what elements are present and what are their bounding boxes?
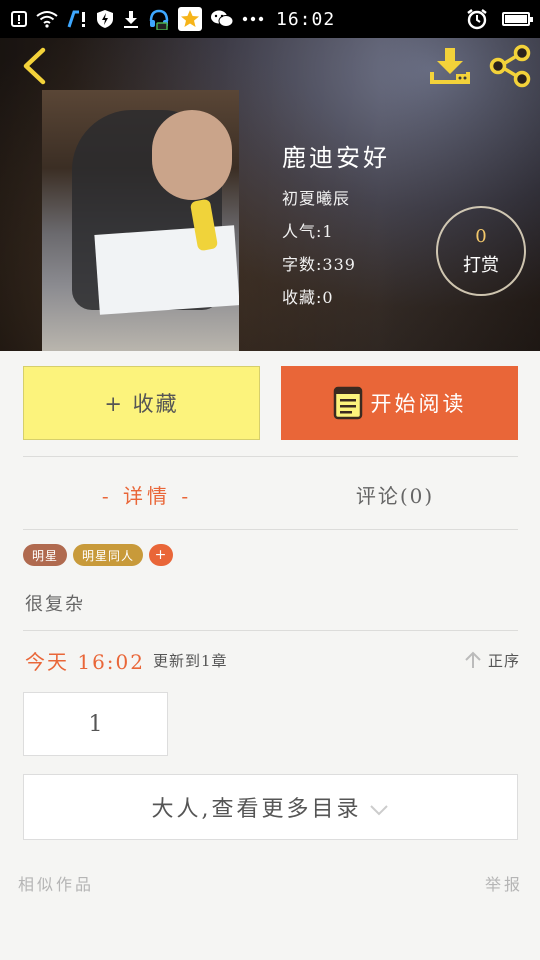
share-button[interactable] [488, 44, 532, 88]
book-icon [333, 386, 362, 420]
tab-comments-label: 评论(0) [355, 483, 435, 508]
reward-label: 打赏 [463, 254, 499, 276]
star-icon [178, 7, 202, 31]
more-catalog-label: 大人,查看更多目录 [151, 797, 362, 822]
update-text: 更新到1章 [153, 651, 228, 670]
download-icon [122, 9, 140, 29]
arrow-up-icon [465, 651, 481, 668]
tab-comments[interactable]: 评论(0) [271, 470, 519, 518]
tag-chip[interactable]: 明星同人 [73, 544, 144, 566]
more-icon [242, 15, 264, 23]
divider [23, 630, 518, 631]
tab-detail-label: - 详情 - [101, 483, 193, 508]
tag-chip[interactable]: 明星 [23, 544, 68, 566]
chapter-item[interactable]: 1 [23, 692, 168, 756]
start-reading-button[interactable]: 开始阅读 [281, 366, 518, 440]
update-row: 今天 16:02 更新到1章 正序 [25, 645, 520, 675]
book-author: 初夏曦辰 [282, 189, 351, 208]
sort-label: 正序 [487, 651, 520, 670]
book-favorites: 收藏:0 [282, 288, 334, 307]
status-bar: 16:02 [0, 0, 540, 38]
tab-detail[interactable]: - 详情 - [23, 470, 271, 518]
reward-count: 0 [475, 225, 487, 247]
collect-button[interactable]: + 收藏 [23, 366, 260, 440]
chapter-number: 1 [88, 711, 103, 737]
book-popularity: 人气:1 [282, 222, 334, 241]
start-reading-label: 开始阅读 [370, 392, 467, 416]
download-icon [430, 48, 470, 84]
status-time: 16:02 [276, 8, 336, 30]
notification-icon [10, 10, 28, 28]
update-time: 今天 16:02 [25, 649, 145, 674]
chevron-down-icon [369, 805, 388, 816]
tag-list: 明星 明星同人 + [23, 544, 174, 566]
sort-order-button[interactable]: 正序 [464, 650, 520, 671]
alarm-icon [466, 8, 488, 30]
wifi-icon [36, 10, 58, 28]
book-header: 鹿迪安好 初夏曦辰 人气:1 字数:339 收藏:0 0 打赏 [0, 38, 540, 351]
headset-icon [148, 8, 170, 30]
divider [23, 529, 518, 530]
reward-button[interactable]: 0 打赏 [436, 206, 526, 296]
app-icon [66, 9, 88, 29]
report-link[interactable]: 举报 [485, 871, 523, 895]
battery-icon [502, 12, 533, 26]
wechat-icon [210, 9, 234, 29]
similar-works-label: 相似作品 [18, 875, 95, 894]
back-arrow-icon [23, 47, 46, 85]
book-info: 鹿迪安好 初夏曦辰 人气:1 字数:339 收藏:0 [282, 138, 390, 317]
book-word-count: 字数:339 [282, 255, 356, 274]
download-button[interactable] [428, 44, 472, 88]
divider [23, 456, 518, 457]
book-title: 鹿迪安好 [282, 144, 390, 172]
book-cover-image [42, 90, 239, 351]
book-description: 很复杂 [25, 594, 85, 615]
add-tag-button[interactable]: + [149, 544, 174, 566]
more-catalog-button[interactable]: 大人,查看更多目录 [23, 774, 518, 840]
back-button[interactable] [14, 46, 54, 86]
share-icon [489, 44, 531, 88]
shield-icon [96, 9, 114, 29]
collect-label: + 收藏 [104, 392, 179, 416]
